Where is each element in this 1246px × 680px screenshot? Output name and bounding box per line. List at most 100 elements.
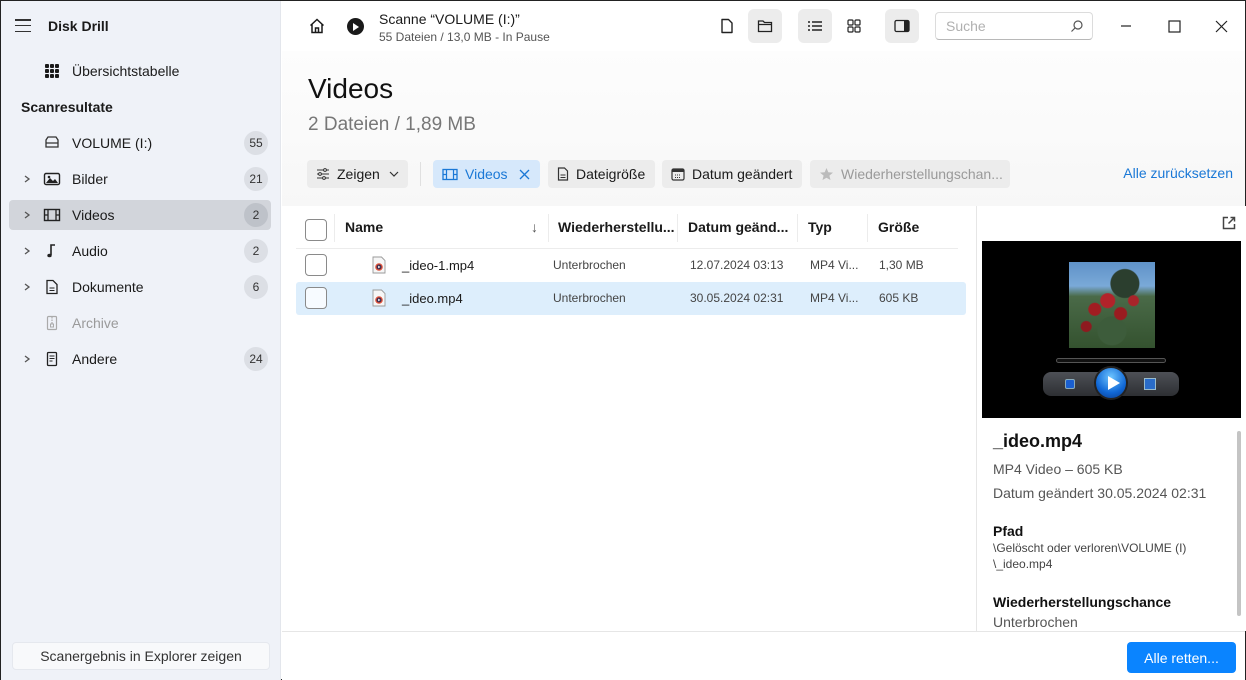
filter-chip-label: Videos (465, 166, 508, 182)
stop-icon[interactable] (1065, 379, 1075, 389)
filter-chip-filesize[interactable]: Dateigröße (548, 160, 655, 188)
sidebar-item-label: Audio (72, 243, 108, 259)
grid-view-icon (847, 19, 861, 33)
sidebar-item-label: VOLUME (I:) (72, 135, 153, 151)
sidebar-item-volume[interactable]: VOLUME (I:) 55 (9, 128, 271, 158)
folder-view-button[interactable] (748, 9, 782, 43)
app-title: Disk Drill (48, 18, 109, 34)
heading-area: Videos 2 Dateien / 1,89 MB Zeigen Videos… (282, 51, 1245, 206)
row-checkbox[interactable] (305, 287, 327, 309)
section-label-scan-results: Scanresultate (21, 99, 113, 115)
remove-filter-icon[interactable] (519, 169, 530, 180)
show-in-explorer-button[interactable]: Scanergebnis in Explorer zeigen (12, 642, 270, 670)
maximize-button[interactable] (1159, 11, 1189, 41)
sidebar-item-overview[interactable]: Übersichtstabelle (45, 61, 179, 81)
search-input[interactable] (936, 13, 1056, 39)
column-separator[interactable] (867, 214, 868, 242)
sidebar-item-other[interactable]: Andere 24 (9, 344, 271, 374)
path-label: Pfad (993, 523, 1024, 539)
film-icon (43, 208, 61, 222)
count-badge: 2 (244, 239, 268, 263)
chevron-right-icon[interactable] (23, 173, 31, 185)
sidebar-item-images[interactable]: Bilder 21 (9, 164, 271, 194)
chevron-right-icon[interactable] (23, 209, 31, 221)
sidebar-item-label: Archive (72, 315, 119, 331)
sidebar-item-documents[interactable]: Dokumente 6 (9, 272, 271, 302)
filter-chip-label: Wiederherstellungschan... (841, 166, 1003, 182)
search-icon[interactable] (1070, 19, 1084, 33)
video-thumbnail (1069, 262, 1155, 348)
column-header-name[interactable]: Name (345, 219, 383, 235)
video-preview[interactable] (982, 241, 1241, 418)
column-header-recovery[interactable]: Wiederherstellu... (558, 219, 675, 235)
search-box[interactable] (935, 12, 1093, 40)
chevron-right-icon[interactable] (23, 245, 31, 257)
filter-chip-videos[interactable]: Videos (433, 160, 540, 188)
column-header-date[interactable]: Datum geänd... (688, 219, 788, 235)
play-icon[interactable] (1094, 366, 1128, 400)
count-badge: 24 (244, 347, 268, 371)
page-title: Videos (308, 73, 394, 104)
chevron-right-icon[interactable] (23, 281, 31, 293)
file-type: MP4 Vi... (810, 291, 859, 305)
count-badge: 2 (244, 203, 268, 227)
date-modified: 12.07.2024 03:13 (690, 258, 784, 272)
preview-panel: _ideo.mp4 MP4 Video – 605 KB Datum geänd… (976, 206, 1246, 631)
filter-chip-date-modified[interactable]: Datum geändert (662, 160, 802, 188)
row-checkbox[interactable] (305, 254, 327, 276)
file-view-button[interactable] (710, 9, 744, 43)
list-icon (808, 21, 822, 31)
film-icon (442, 168, 458, 180)
minimize-button[interactable] (1111, 11, 1141, 41)
fullscreen-icon[interactable] (1144, 378, 1156, 390)
count-badge: 6 (244, 275, 268, 299)
column-header-type[interactable]: Typ (808, 219, 832, 235)
video-progress-bar[interactable] (1056, 358, 1166, 363)
sidebar-item-audio[interactable]: Audio 2 (9, 236, 271, 266)
sort-descending-icon[interactable]: ↓ (531, 219, 538, 235)
close-button[interactable] (1206, 11, 1236, 41)
sidebar-item-label: Dokumente (72, 279, 144, 295)
column-separator[interactable] (677, 214, 678, 242)
table-row[interactable]: _ideo-1.mp4 Unterbrochen 12.07.2024 03:1… (296, 249, 966, 282)
column-separator[interactable] (797, 214, 798, 242)
hamburger-menu-icon[interactable] (15, 19, 31, 33)
file-size: 605 KB (879, 291, 919, 305)
filter-chip-recovery-chance[interactable]: Wiederherstellungschan... (810, 160, 1010, 188)
drive-icon (45, 136, 59, 148)
column-separator[interactable] (334, 214, 335, 242)
preview-scrollbar[interactable] (1237, 431, 1241, 616)
column-header-size[interactable]: Größe (878, 219, 919, 235)
table-row[interactable]: _ideo.mp4 Unterbrochen 30.05.2024 02:31 … (296, 282, 966, 315)
maximize-icon (1167, 19, 1181, 33)
show-label: Zeigen (337, 166, 380, 182)
video-controls (1043, 366, 1179, 400)
table-header: Name ↓ Wiederherstellu... Datum geänd...… (296, 206, 958, 249)
show-dropdown[interactable]: Zeigen (307, 160, 408, 188)
home-icon[interactable] (308, 17, 326, 35)
calendar-icon (671, 167, 685, 181)
select-all-checkbox[interactable] (305, 219, 327, 241)
resume-scan-icon[interactable] (347, 18, 364, 35)
scan-title: Scanne “VOLUME (I:)” (379, 11, 520, 27)
grid-icon (45, 64, 59, 78)
divider (420, 162, 421, 186)
list-view-button[interactable] (798, 9, 832, 43)
scan-status: 55 Dateien / 13,0 MB - In Pause (379, 30, 550, 44)
grid-view-button[interactable] (837, 9, 871, 43)
open-external-icon[interactable] (1221, 215, 1237, 231)
path-line: \_ideo.mp4 (993, 557, 1053, 571)
reset-all-link[interactable]: Alle zurücksetzen (1123, 165, 1233, 181)
document-icon (557, 167, 569, 181)
preview-pane-toggle[interactable] (885, 9, 919, 43)
recover-all-button[interactable]: Alle retten... (1127, 642, 1236, 673)
preview-pane-icon (894, 19, 910, 33)
column-separator[interactable] (548, 214, 549, 242)
sidebar-item-videos[interactable]: Videos 2 (9, 200, 271, 230)
date-modified: 30.05.2024 02:31 (690, 291, 784, 305)
folder-icon (757, 20, 773, 33)
chevron-right-icon[interactable] (23, 353, 31, 365)
sidebar-item-label: Andere (72, 351, 118, 367)
overview-label: Übersichtstabelle (72, 63, 180, 79)
star-icon (820, 168, 833, 180)
